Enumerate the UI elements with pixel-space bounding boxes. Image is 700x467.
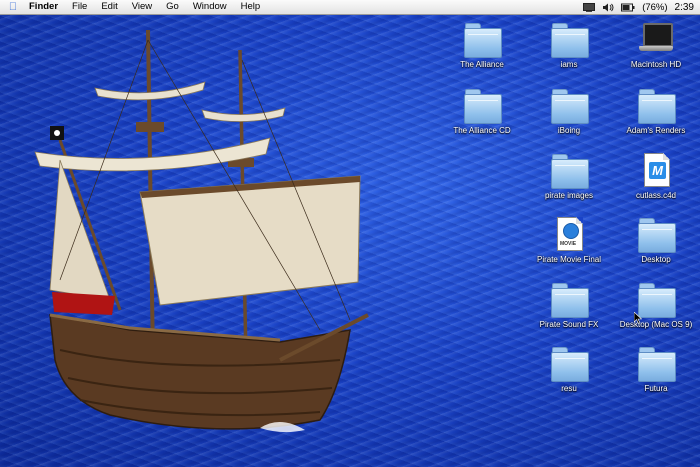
- apple-menu-icon[interactable]: : [0, 1, 26, 13]
- desktop-icon-iboing[interactable]: iBoing: [524, 86, 614, 135]
- menubar-clock[interactable]: 2:39: [675, 2, 694, 13]
- display-mirror-icon[interactable]: [583, 2, 596, 12]
- menu-finder[interactable]: Finder: [26, 0, 65, 14]
- menu-window[interactable]: Window: [186, 0, 234, 14]
- folder-icon: [462, 86, 502, 124]
- movie-tag: MOVIE: [560, 241, 577, 247]
- folder-icon: [549, 280, 589, 318]
- folder-icon: [549, 86, 589, 124]
- folder-icon: [462, 20, 502, 58]
- icon-label: The Alliance: [460, 60, 504, 69]
- desktop-icon-resu[interactable]: resu: [524, 344, 614, 393]
- pirate-ship-wallpaper-image: [34, 30, 369, 433]
- desktop-icon-desktop-mac-os-9[interactable]: Desktop (Mac OS 9): [611, 280, 700, 329]
- cinema4d-document-icon: M: [636, 151, 676, 189]
- icon-label: The Alliance CD: [453, 126, 511, 135]
- quicktime-movie-icon: MOVIE: [549, 215, 589, 253]
- c4d-badge: M: [649, 162, 666, 179]
- icon-label: pirate images: [544, 191, 594, 200]
- mouse-cursor-icon: [634, 312, 642, 324]
- folder-icon: [636, 344, 676, 382]
- icon-label: Desktop: [641, 255, 671, 264]
- folder-icon: [636, 280, 676, 318]
- desktop-icon-iams[interactable]: iams: [524, 20, 614, 69]
- icon-label: Adam's Renders: [626, 126, 686, 135]
- desktop-icon-the-alliance-cd[interactable]: The Alliance CD: [437, 86, 527, 135]
- icon-label: Futura: [644, 384, 668, 393]
- menu-bar:  Finder File Edit View Go Window Help (…: [0, 0, 700, 15]
- desktop-icon-macintosh-hd[interactable]: Macintosh HD: [611, 20, 700, 69]
- battery-percentage: (76%): [642, 1, 668, 13]
- icon-label: Macintosh HD: [630, 60, 682, 69]
- folder-icon: [636, 215, 676, 253]
- folder-icon: [549, 151, 589, 189]
- folder-icon: [636, 86, 676, 124]
- menu-edit[interactable]: Edit: [94, 0, 124, 14]
- desktop-icon-the-alliance[interactable]: The Alliance: [437, 20, 527, 69]
- icon-label: Pirate Sound FX: [539, 320, 599, 329]
- menu-file[interactable]: File: [65, 0, 94, 14]
- desktop-icon-desktop[interactable]: Desktop: [611, 215, 700, 264]
- menu-go[interactable]: Go: [159, 0, 186, 14]
- icon-label: iBoing: [557, 126, 581, 135]
- icon-label: Pirate Movie Final: [536, 255, 602, 264]
- desktop-icon-pirate-movie-final[interactable]: MOVIE Pirate Movie Final: [524, 215, 614, 264]
- volume-icon[interactable]: [602, 3, 614, 12]
- folder-icon: [549, 20, 589, 58]
- icon-label: cutlass.c4d: [635, 191, 677, 200]
- icon-label: iams: [560, 60, 578, 69]
- menu-view[interactable]: View: [125, 0, 159, 14]
- laptop-hard-drive-icon: [636, 20, 676, 58]
- menu-help[interactable]: Help: [234, 0, 268, 14]
- folder-icon: [549, 344, 589, 382]
- desktop-icon-adams-renders[interactable]: Adam's Renders: [611, 86, 700, 135]
- icon-label: Desktop (Mac OS 9): [619, 320, 693, 329]
- desktop-icon-pirate-sound-fx[interactable]: Pirate Sound FX: [524, 280, 614, 329]
- desktop-icon-pirate-images[interactable]: pirate images: [524, 151, 614, 200]
- desktop-icon-cutlass-c4d[interactable]: M cutlass.c4d: [611, 151, 700, 200]
- battery-icon[interactable]: [621, 3, 635, 12]
- icon-label: resu: [561, 384, 577, 393]
- desktop-icon-futura[interactable]: Futura: [611, 344, 700, 393]
